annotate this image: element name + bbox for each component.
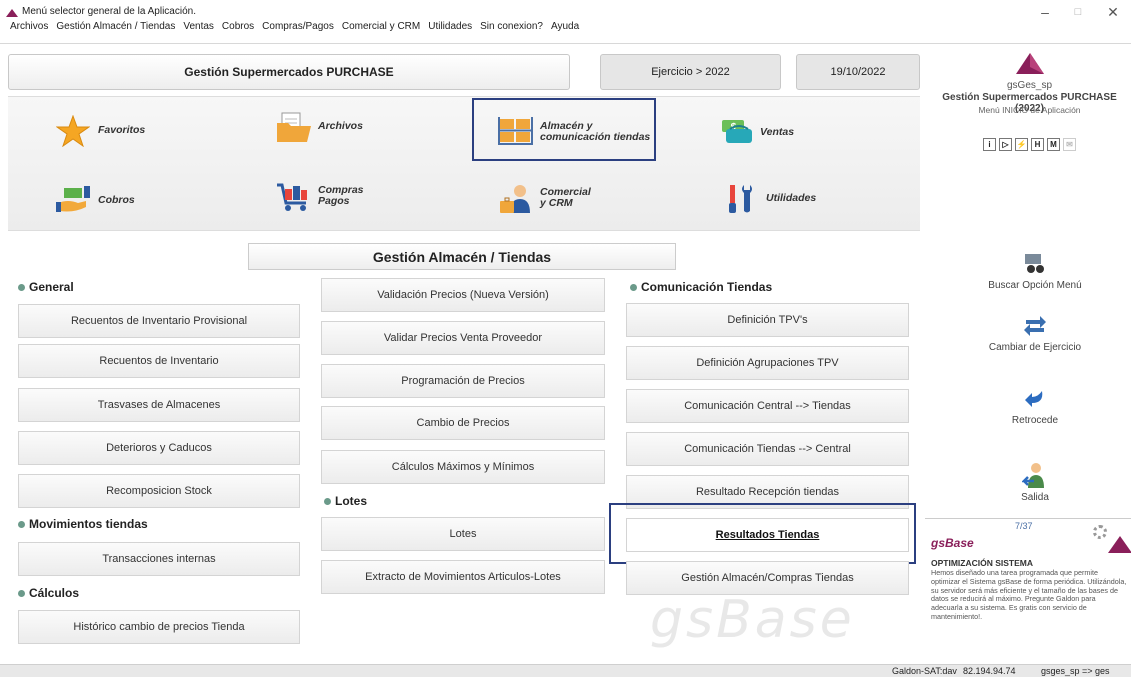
m-icon[interactable]: M (1047, 138, 1060, 151)
maximize-button[interactable]: □ (1063, 6, 1093, 18)
group-general: General (18, 280, 74, 294)
btn-deterioros[interactable]: Deterioros y Caducos (18, 431, 300, 465)
group-lotes: Lotes (324, 494, 367, 508)
money-bag-icon: $ (718, 117, 754, 147)
folder-icon (276, 111, 312, 142)
info-icon[interactable]: i (983, 138, 996, 151)
btn-transacciones[interactable]: Transacciones internas (18, 542, 300, 576)
app-code: gsGes_sp (1006, 80, 1053, 91)
ejercicio-box[interactable]: Ejercicio > 2022 (600, 54, 781, 90)
main-menu-panel: Favoritos Archivos Almacén y comunicación… (8, 96, 920, 231)
btn-central-tiendas[interactable]: Comunicación Central --> Tiendas (626, 389, 909, 423)
hand-money-icon (56, 185, 92, 215)
main-menu-compras[interactable]: Compras Pagos (276, 181, 364, 211)
salida-button[interactable]: Salida (960, 462, 1110, 503)
play-icon[interactable]: ▷ (999, 138, 1012, 151)
menu-ventas[interactable]: Ventas (183, 21, 214, 35)
company-header: Gestión Supermercados PURCHASE (8, 54, 570, 90)
group-calculos: Cálculos (18, 586, 79, 600)
status-bar: Galdon-SAT:dav 82.194.94.74 gsges_sp => … (0, 664, 1131, 677)
group-comunicacion: Comunicación Tiendas (630, 280, 772, 294)
main-menu-ventas[interactable]: $ Ventas (718, 117, 794, 147)
btn-tiendas-central[interactable]: Comunicación Tiendas --> Central (626, 432, 909, 466)
menu-utilidades[interactable]: Utilidades (428, 21, 472, 35)
group-movimientos: Movimientos tiendas (18, 517, 148, 531)
bullet-icon (630, 283, 637, 291)
menu-gestion-almacen[interactable]: Gestión Almacén / Tiendas (56, 21, 175, 35)
btn-recuentos-inventario[interactable]: Recuentos de Inventario (18, 344, 300, 378)
btn-lotes[interactable]: Lotes (321, 517, 605, 551)
star-icon (55, 114, 92, 148)
info-body: Hemos diseñado una tarea programada que … (931, 568, 1127, 621)
info-heading: OPTIMIZACIÓN SISTEMA (931, 558, 1033, 568)
right-panel-logo-icon (1015, 52, 1045, 76)
exit-user-icon (1020, 462, 1048, 488)
menu-comercial-crm[interactable]: Comercial y CRM (342, 21, 420, 35)
bullet-icon (324, 497, 331, 505)
selected-option-frame (609, 503, 916, 564)
menu-bar: Archivos Gestión Almacén / Tiendas Venta… (10, 21, 579, 35)
btn-recomposicion[interactable]: Recomposicion Stock (18, 474, 300, 508)
btn-agrupaciones-tpv[interactable]: Definición Agrupaciones TPV (626, 346, 909, 380)
btn-trasvases[interactable]: Trasvases de Almacenes (18, 388, 300, 422)
menu-inicio-label: Menú INICIO de Aplicación (978, 105, 1081, 115)
mail-icon[interactable]: ✉ (1063, 138, 1076, 151)
status-ip: 82.194.94.74 (963, 666, 1016, 676)
bullet-icon (18, 520, 25, 528)
binoculars-icon (1022, 250, 1048, 276)
info-brand: gsBase (931, 536, 974, 550)
h-icon[interactable]: H (1031, 138, 1044, 151)
btn-cambio-precios[interactable]: Cambio de Precios (321, 406, 605, 440)
btn-definicion-tpv[interactable]: Definición TPV's (626, 303, 909, 337)
main-menu-archivos[interactable]: Archivos (276, 111, 363, 142)
btn-recuentos-provisional[interactable]: Recuentos de Inventario Provisional (18, 304, 300, 338)
app-logo-icon (6, 9, 18, 17)
buscar-opcion-button[interactable]: Buscar Opción Menú (960, 250, 1110, 291)
status-server: Galdon-SAT:dav (892, 666, 957, 676)
info-panel: 7/37 gsBase OPTIMIZACIÓN SISTEMA Hemos d… (925, 518, 1131, 648)
tools-icon (724, 183, 760, 213)
bullet-icon (18, 283, 25, 291)
menu-sin-conexion[interactable]: Sin conexion? (480, 21, 543, 35)
status-user: gsges_sp => ges (1041, 666, 1110, 676)
minimize-button[interactable]: – (1030, 4, 1060, 20)
divider (0, 43, 1131, 44)
menu-ayuda[interactable]: Ayuda (551, 21, 579, 35)
selected-menu-frame (472, 98, 656, 161)
main-menu-comercial[interactable]: Comercial y CRM (498, 183, 591, 213)
btn-historico-precios[interactable]: Histórico cambio de precios Tienda (18, 610, 300, 644)
salesman-icon (498, 183, 534, 213)
menu-compras-pagos[interactable]: Compras/Pagos (262, 21, 334, 35)
main-menu-cobros[interactable]: Cobros (56, 185, 135, 215)
cambiar-ejercicio-button[interactable]: Cambiar de Ejercicio (960, 312, 1110, 353)
section-title: Gestión Almacén / Tiendas (248, 243, 676, 270)
flash-icon[interactable]: ⚡ (1015, 138, 1028, 151)
bullet-icon (18, 589, 25, 597)
comercial-label-2: y CRM (540, 197, 573, 209)
menu-archivos[interactable]: Archivos (10, 21, 48, 35)
compras-label-2: Pagos (318, 195, 350, 207)
btn-calculos-maximos[interactable]: Cálculos Máximos y Mínimos (321, 450, 605, 484)
btn-extracto-lotes[interactable]: Extracto de Movimientos Articulos-Lotes (321, 560, 605, 594)
gsbase-corner-logo-icon (1108, 536, 1131, 553)
main-menu-favoritos[interactable]: Favoritos (55, 114, 145, 148)
shopping-cart-icon (276, 181, 312, 211)
retrocede-button[interactable]: Retrocede (960, 385, 1110, 426)
date-box: 19/10/2022 (796, 54, 920, 90)
btn-validacion-precios[interactable]: Validación Precios (Nueva Versión) (321, 278, 605, 312)
close-button[interactable]: ✕ (1098, 4, 1128, 21)
swap-arrows-icon (1022, 312, 1048, 338)
menu-cobros[interactable]: Cobros (222, 21, 254, 35)
btn-programacion-precios[interactable]: Programación de Precios (321, 364, 605, 398)
gear-icon[interactable] (1093, 525, 1107, 539)
window-title: Menú selector general de la Aplicación. (22, 6, 196, 17)
back-arrow-icon (1022, 385, 1048, 411)
gsbase-watermark: gsBase (650, 590, 855, 650)
tip-counter: 7/37 (1015, 521, 1033, 531)
btn-validar-precios-proveedor[interactable]: Validar Precios Venta Proveedor (321, 321, 605, 355)
quick-toolbar: i ▷ ⚡ H M ✉ (983, 138, 1076, 151)
main-menu-utilidades[interactable]: Utilidades (724, 183, 816, 213)
